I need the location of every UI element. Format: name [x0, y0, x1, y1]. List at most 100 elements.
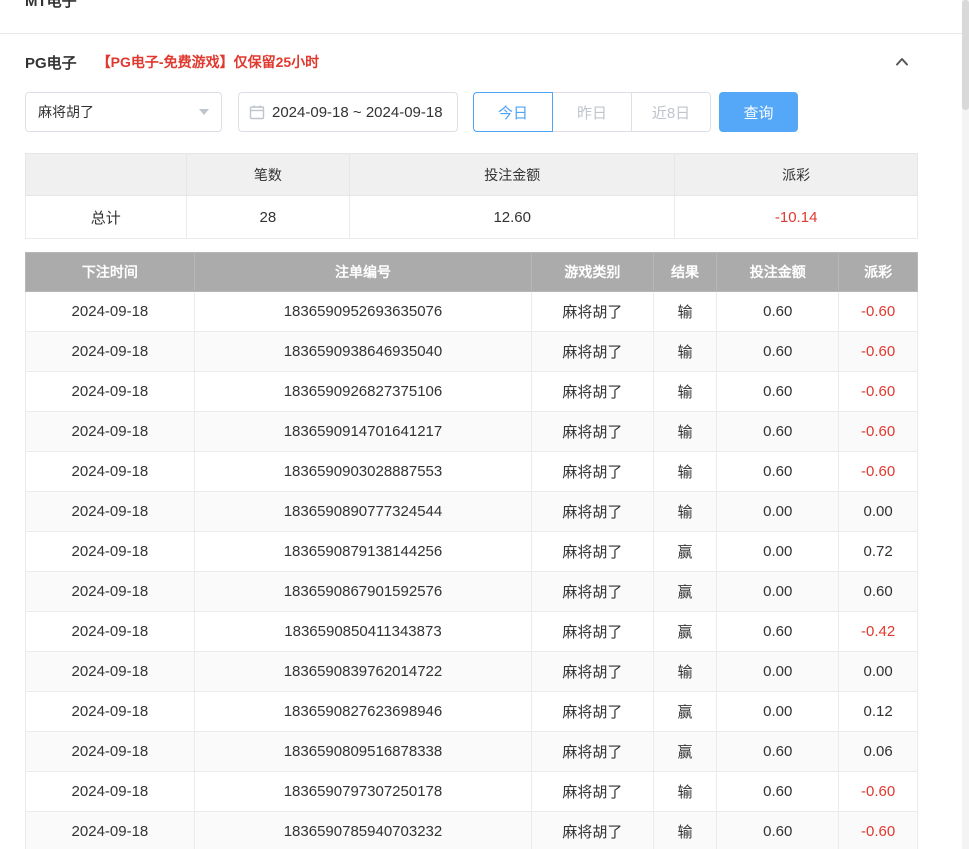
header-order-id: 注单编号 [194, 253, 531, 292]
cell-game-type: 麻将胡了 [532, 572, 654, 612]
game-select[interactable]: 麻将胡了 [25, 92, 222, 132]
cell-bet-time: 2024-09-18 [26, 332, 195, 372]
cell-result: 输 [653, 332, 717, 372]
cell-payout: 0.00 [839, 652, 918, 692]
cell-game-type: 麻将胡了 [532, 612, 654, 652]
cell-result: 赢 [653, 692, 717, 732]
cell-order-id: 1836590785940703232 [194, 812, 531, 849]
cell-game-type: 麻将胡了 [532, 332, 654, 372]
cell-bet-time: 2024-09-18 [26, 652, 195, 692]
cell-result: 输 [653, 652, 717, 692]
cell-result: 输 [653, 772, 717, 812]
cell-result: 输 [653, 812, 717, 849]
cell-payout: -0.60 [839, 292, 918, 332]
cell-payout: 0.72 [839, 532, 918, 572]
cell-bet-amount: 0.60 [717, 292, 839, 332]
bet-table: 下注时间 注单编号 游戏类别 结果 投注金额 派彩 2024-09-181836… [25, 252, 918, 849]
cell-bet-amount: 0.00 [717, 492, 839, 532]
table-row: 2024-09-181836590890777324544麻将胡了输0.000.… [26, 492, 918, 532]
cell-result: 赢 [653, 532, 717, 572]
table-row: 2024-09-181836590879138144256麻将胡了赢0.000.… [26, 532, 918, 572]
cell-order-id: 1836590797307250178 [194, 772, 531, 812]
range-button-last8days[interactable]: 近8日 [631, 92, 711, 132]
cell-result: 赢 [653, 572, 717, 612]
table-row: 2024-09-181836590785940703232麻将胡了输0.60-0… [26, 812, 918, 849]
cell-game-type: 麻将胡了 [532, 292, 654, 332]
date-range-input[interactable]: 2024-09-18 ~ 2024-09-18 [238, 92, 458, 132]
table-row: 2024-09-181836590867901592576麻将胡了赢0.000.… [26, 572, 918, 612]
scrollbar-thumb[interactable] [962, 0, 969, 110]
quick-range-group: 今日 昨日 近8日 [473, 92, 711, 132]
cell-order-id: 1836590850411343873 [194, 612, 531, 652]
cell-payout: -0.60 [839, 332, 918, 372]
cell-order-id: 1836590879138144256 [194, 532, 531, 572]
cell-order-id: 1836590938646935040 [194, 332, 531, 372]
table-row: 2024-09-181836590797307250178麻将胡了输0.60-0… [26, 772, 918, 812]
cell-game-type: 麻将胡了 [532, 412, 654, 452]
summary-header-blank [26, 154, 187, 196]
cell-result: 赢 [653, 732, 717, 772]
bet-table-body: 2024-09-181836590952693635076麻将胡了输0.60-0… [26, 292, 918, 849]
cell-bet-time: 2024-09-18 [26, 452, 195, 492]
cell-order-id: 1836590914701641217 [194, 412, 531, 452]
cell-bet-amount: 0.60 [717, 332, 839, 372]
cell-payout: -0.60 [839, 772, 918, 812]
cell-payout: 0.60 [839, 572, 918, 612]
calendar-icon [249, 104, 265, 120]
scrollbar-track[interactable] [962, 0, 969, 849]
bet-table-header-row: 下注时间 注单编号 游戏类别 结果 投注金额 派彩 [26, 253, 918, 292]
header-result: 结果 [653, 253, 717, 292]
cell-payout: -0.60 [839, 372, 918, 412]
range-button-today[interactable]: 今日 [473, 92, 553, 132]
cell-order-id: 1836590903028887553 [194, 452, 531, 492]
collapse-button[interactable] [892, 52, 912, 72]
summary-header-row: 笔数 投注金额 派彩 [26, 154, 918, 196]
cell-order-id: 1836590839762014722 [194, 652, 531, 692]
cell-payout: -0.60 [839, 812, 918, 849]
summary-payout: -10.14 [675, 196, 918, 239]
cell-result: 输 [653, 292, 717, 332]
search-button[interactable]: 查询 [719, 92, 798, 132]
cell-order-id: 1836590867901592576 [194, 572, 531, 612]
cell-order-id: 1836590926827375106 [194, 372, 531, 412]
game-select-value: 麻将胡了 [38, 102, 94, 122]
cell-bet-time: 2024-09-18 [26, 492, 195, 532]
cell-payout: 0.06 [839, 732, 918, 772]
table-row: 2024-09-181836590914701641217麻将胡了输0.60-0… [26, 412, 918, 452]
cell-order-id: 1836590952693635076 [194, 292, 531, 332]
header-bet-time: 下注时间 [26, 253, 195, 292]
summary-total-row: 总计 28 12.60 -10.14 [26, 196, 918, 239]
chevron-up-icon [893, 53, 911, 71]
cell-game-type: 麻将胡了 [532, 732, 654, 772]
cell-bet-time: 2024-09-18 [26, 292, 195, 332]
header-game-type: 游戏类别 [532, 253, 654, 292]
cell-payout: -0.60 [839, 452, 918, 492]
cell-bet-amount: 0.60 [717, 412, 839, 452]
table-row: 2024-09-181836590938646935040麻将胡了输0.60-0… [26, 332, 918, 372]
table-row: 2024-09-181836590809516878338麻将胡了赢0.600.… [26, 732, 918, 772]
cell-game-type: 麻将胡了 [532, 692, 654, 732]
table-row: 2024-09-181836590952693635076麻将胡了输0.60-0… [26, 292, 918, 332]
cell-game-type: 麻将胡了 [532, 492, 654, 532]
cell-result: 输 [653, 372, 717, 412]
summary-bet: 12.60 [350, 196, 675, 239]
range-button-yesterday[interactable]: 昨日 [552, 92, 632, 132]
cell-payout: 0.00 [839, 492, 918, 532]
panel-header: PG电子 【PG电子-免费游戏】仅保留25小时 [25, 48, 918, 76]
chevron-down-icon [199, 109, 209, 115]
cell-bet-amount: 0.00 [717, 692, 839, 732]
cell-bet-time: 2024-09-18 [26, 692, 195, 732]
summary-header-payout: 派彩 [675, 154, 918, 196]
panel-title: PG电子 [25, 52, 77, 73]
cell-game-type: 麻将胡了 [532, 812, 654, 849]
cell-bet-time: 2024-09-18 [26, 532, 195, 572]
cell-bet-amount: 0.60 [717, 812, 839, 849]
cell-payout: -0.42 [839, 612, 918, 652]
cell-bet-amount: 0.60 [717, 372, 839, 412]
cell-bet-time: 2024-09-18 [26, 612, 195, 652]
cell-bet-time: 2024-09-18 [26, 812, 195, 849]
header-bet-amount: 投注金额 [717, 253, 839, 292]
filter-bar: 麻将胡了 2024-09-18 ~ 2024-09-18 今日 昨日 近8日 查… [25, 92, 918, 132]
summary-total-label: 总计 [26, 196, 187, 239]
summary-header-bet: 投注金额 [350, 154, 675, 196]
